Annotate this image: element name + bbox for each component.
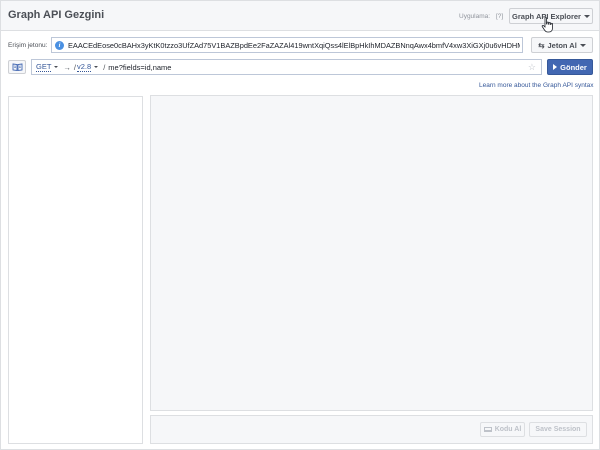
submit-label: Gönder — [560, 62, 587, 72]
book-icon — [12, 63, 22, 71]
graph-api-explorer-page: Graph API Gezgini Uygulama: [?] Graph AP… — [0, 0, 600, 450]
star-icon[interactable]: ☆ — [528, 62, 536, 73]
header-bar: Graph API Gezgini Uygulama: [?] Graph AP… — [1, 1, 599, 31]
app-label: Uygulama: — [459, 13, 491, 20]
info-icon[interactable]: i — [55, 40, 64, 50]
access-token-value[interactable]: EAACEdEose0cBAHx3yKtK0tzzo3UfZAd75V1BAZB… — [68, 41, 520, 50]
chevron-down-icon — [583, 14, 590, 18]
chevron-down-icon — [94, 66, 99, 68]
get-token-label: Jeton Al — [547, 40, 577, 50]
path-slash: / — [73, 62, 77, 72]
hand-cursor-icon — [541, 17, 553, 33]
get-code-label: Kodu Al — [494, 426, 522, 433]
fields-panel[interactable] — [8, 96, 143, 444]
chevron-down-icon — [579, 43, 586, 47]
arrow-right-icon: → — [63, 62, 71, 72]
api-version-select[interactable]: v2.8 — [77, 62, 92, 72]
query-bar: GET → / v2.8 / ☆ — [31, 59, 542, 75]
help-link[interactable]: [?] — [496, 13, 503, 20]
book-button[interactable] — [8, 60, 26, 74]
path-slash: / — [103, 62, 106, 72]
http-method-select[interactable]: GET — [36, 62, 52, 72]
syntax-help-link[interactable]: Learn more about the Graph API syntax — [479, 82, 594, 89]
response-panel[interactable] — [150, 95, 593, 411]
submit-button[interactable]: Gönder — [547, 59, 593, 75]
chevron-down-icon — [54, 66, 59, 68]
get-token-button[interactable]: ⇆ Jeton Al — [531, 37, 593, 53]
swap-icon: ⇆ — [538, 40, 545, 50]
query-path-input[interactable] — [108, 62, 449, 72]
play-icon — [553, 64, 558, 70]
get-code-button[interactable]: Kodu Al — [480, 422, 525, 437]
access-token-label: Erişim jetonu: — [8, 42, 48, 49]
save-session-label: Save Session — [535, 426, 581, 433]
save-session-button[interactable]: Save Session — [529, 422, 587, 437]
access-token-field[interactable]: i EAACEdEose0cBAHx3yKtK0tzzo3UfZAd75V1BA… — [51, 37, 523, 53]
page-title: Graph API Gezgini — [8, 9, 105, 21]
laptop-icon — [483, 427, 492, 432]
footer-panel — [150, 415, 593, 444]
